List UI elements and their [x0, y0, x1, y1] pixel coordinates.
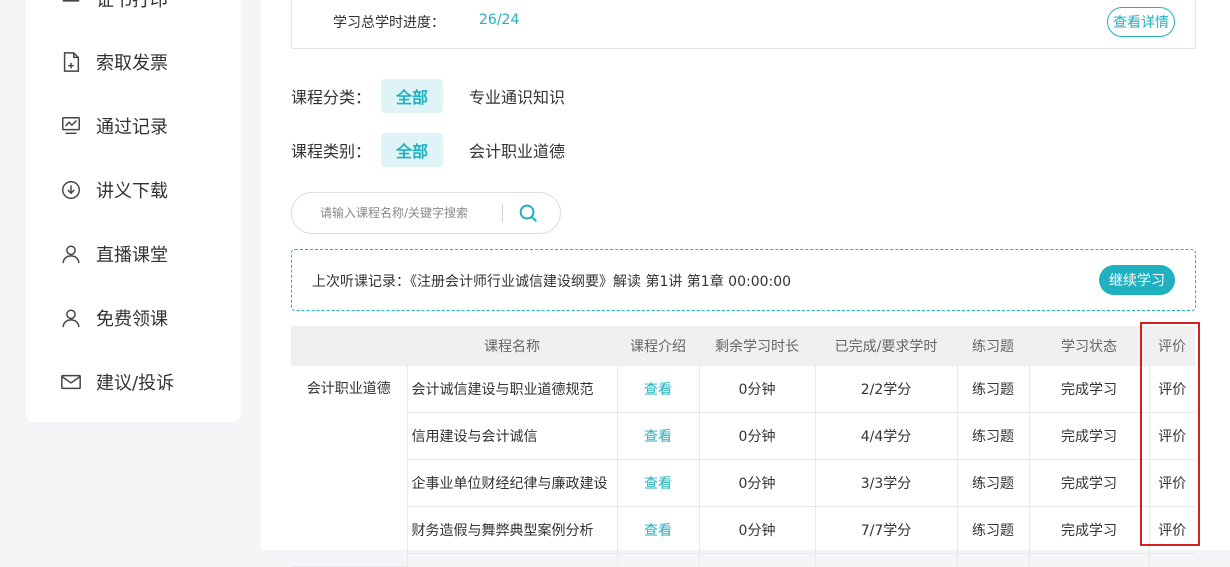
course-name-cell: 企事业单位财经纪律与廉政建设 — [407, 459, 618, 507]
partial-cell — [1149, 554, 1195, 567]
sidebar-item-label: 索取发票 — [96, 53, 168, 74]
type-filter-all[interactable]: 全部 — [381, 133, 444, 167]
search-box — [291, 192, 561, 234]
category-filter-label: 课程分类： — [291, 88, 372, 107]
status-cell: 完成学习 — [1029, 366, 1150, 413]
search-input[interactable] — [318, 205, 502, 221]
table-row-partial — [291, 553, 1195, 567]
column-header-rating: 评价 — [1149, 326, 1195, 366]
type-filter-label: 课程类别： — [291, 142, 372, 161]
progress-value: 26/24 — [479, 12, 520, 28]
view-intro-link[interactable]: 查看 — [617, 506, 700, 554]
sidebar-item-handout-download[interactable]: 讲义下载 — [60, 175, 168, 205]
download-icon — [62, 181, 80, 199]
exercise-link[interactable]: 练习题 — [957, 366, 1030, 413]
exercise-link[interactable]: 练习题 — [957, 506, 1030, 554]
sidebar-item-label: 免费领课 — [96, 309, 168, 330]
sidebar-item-pass-records[interactable]: 通过记录 — [60, 111, 168, 141]
certificate-icon — [62, 0, 80, 2]
course-name-cell: 信用建设与会计诚信 — [407, 412, 618, 460]
progress-panel: 学习总学时进度： 26/24 查看详情 — [291, 0, 1196, 49]
partial-cell — [815, 553, 958, 566]
rating-link[interactable]: 评价 — [1149, 506, 1195, 554]
type-filter-option[interactable]: 会计职业道德 — [469, 138, 565, 162]
column-header-intro: 课程介绍 — [617, 326, 699, 366]
category-cell: 会计职业道德 — [291, 366, 408, 567]
view-intro-link[interactable]: 查看 — [617, 459, 700, 507]
user-icon — [62, 245, 80, 264]
sidebar-item-live-class[interactable]: 直播课堂 — [60, 239, 168, 269]
partial-cell — [407, 553, 618, 566]
sidebar-item-label: 讲义下载 — [96, 181, 168, 202]
view-intro-link[interactable]: 查看 — [617, 366, 700, 413]
remaining-time-cell: 0分钟 — [699, 506, 816, 554]
sidebar-item-label: 直播课堂 — [96, 245, 168, 266]
sidebar-item-invoice[interactable]: 索取发票 — [60, 47, 168, 77]
partial-cell — [957, 553, 1030, 566]
sidebar-item-label: 通过记录 — [96, 117, 168, 138]
sidebar: 证书打印 索取发票 通过记录 讲义下载 直播课堂 免费领课 建议/投诉 — [26, 0, 241, 422]
column-header-course-name: 课程名称 — [407, 326, 617, 366]
progress-label: 学习总学时进度： — [333, 15, 445, 31]
partial-cell — [699, 553, 816, 566]
course-name-cell: 财务造假与舞弊典型案例分析 — [407, 506, 618, 554]
category-filter: 课程分类： 全部 专业通识知识 — [291, 79, 565, 113]
rating-link[interactable]: 评价 — [1149, 459, 1195, 507]
sidebar-item-feedback[interactable]: 建议/投诉 — [60, 367, 174, 397]
partial-cell — [617, 553, 700, 566]
rating-link[interactable]: 评价 — [1149, 412, 1195, 460]
status-cell: 完成学习 — [1029, 412, 1150, 460]
course-table: 课程名称 课程介绍 剩余学习时长 已完成/要求学时 练习题 学习状态 评价 会计… — [291, 326, 1195, 567]
view-intro-link[interactable]: 查看 — [617, 412, 700, 460]
partial-cell — [1029, 553, 1150, 566]
invoice-icon — [63, 52, 80, 72]
category-filter-all[interactable]: 全部 — [381, 79, 444, 113]
table-row: 会计职业道德 会计诚信建设与职业道德规范 查看 0分钟 2/2学分 练习题 完成… — [291, 366, 1195, 567]
remaining-time-cell: 0分钟 — [699, 366, 816, 413]
column-header-remaining: 剩余学习时长 — [699, 326, 815, 366]
search-divider — [502, 204, 503, 222]
column-header-category — [291, 326, 407, 366]
column-header-status: 学习状态 — [1029, 326, 1149, 366]
monitor-chart-icon — [62, 117, 80, 135]
rating-link[interactable]: 评价 — [1149, 366, 1195, 413]
exercise-link[interactable]: 练习题 — [957, 412, 1030, 460]
status-cell: 完成学习 — [1029, 506, 1150, 554]
column-header-credits: 已完成/要求学时 — [815, 326, 957, 366]
type-filter: 课程类别： 全部 会计职业道德 — [291, 133, 565, 167]
last-record-panel: 上次听课记录：《注册会计师行业诚信建设纲要》解读 第1讲 第1章 00:00:0… — [291, 249, 1196, 311]
main-content: 学习总学时进度： 26/24 查看详情 课程分类： 全部 专业通识知识 课程类别… — [261, 0, 1230, 567]
sidebar-item-certificate-print[interactable]: 证书打印 — [60, 0, 168, 14]
table-header-row: 课程名称 课程介绍 剩余学习时长 已完成/要求学时 练习题 学习状态 评价 — [291, 326, 1195, 366]
sidebar-item-label: 证书打印 — [96, 0, 168, 11]
sidebar-item-label: 建议/投诉 — [96, 373, 175, 394]
last-record-text: 上次听课记录：《注册会计师行业诚信建设纲要》解读 第1讲 第1章 00:00:0… — [312, 274, 792, 290]
table-row: 财务造假与舞弊典型案例分析 查看 0分钟 7/7学分 练习题 完成学习 评价 — [291, 506, 1195, 554]
credits-cell: 4/4学分 — [815, 412, 958, 460]
sidebar-item-free-course[interactable]: 免费领课 — [60, 303, 168, 333]
remaining-time-cell: 0分钟 — [699, 459, 816, 507]
credits-cell: 3/3学分 — [815, 459, 958, 507]
remaining-time-cell: 0分钟 — [699, 412, 816, 460]
column-header-exercise: 练习题 — [957, 326, 1029, 366]
continue-learning-button[interactable]: 继续学习 — [1099, 265, 1175, 295]
table-row: 企事业单位财经纪律与廉政建设 查看 0分钟 3/3学分 练习题 完成学习 评价 — [291, 459, 1195, 507]
table-row: 信用建设与会计诚信 查看 0分钟 4/4学分 练习题 完成学习 评价 — [291, 412, 1195, 460]
user-icon — [62, 309, 80, 328]
category-filter-option[interactable]: 专业通识知识 — [469, 84, 565, 108]
course-name-cell: 会计诚信建设与职业道德规范 — [407, 366, 618, 413]
status-cell: 完成学习 — [1029, 459, 1150, 507]
view-details-button[interactable]: 查看详情 — [1107, 7, 1175, 37]
mail-icon — [61, 374, 81, 390]
credits-cell: 2/2学分 — [815, 366, 958, 413]
credits-cell: 7/7学分 — [815, 506, 958, 554]
search-icon[interactable] — [517, 202, 539, 224]
exercise-link[interactable]: 练习题 — [957, 459, 1030, 507]
